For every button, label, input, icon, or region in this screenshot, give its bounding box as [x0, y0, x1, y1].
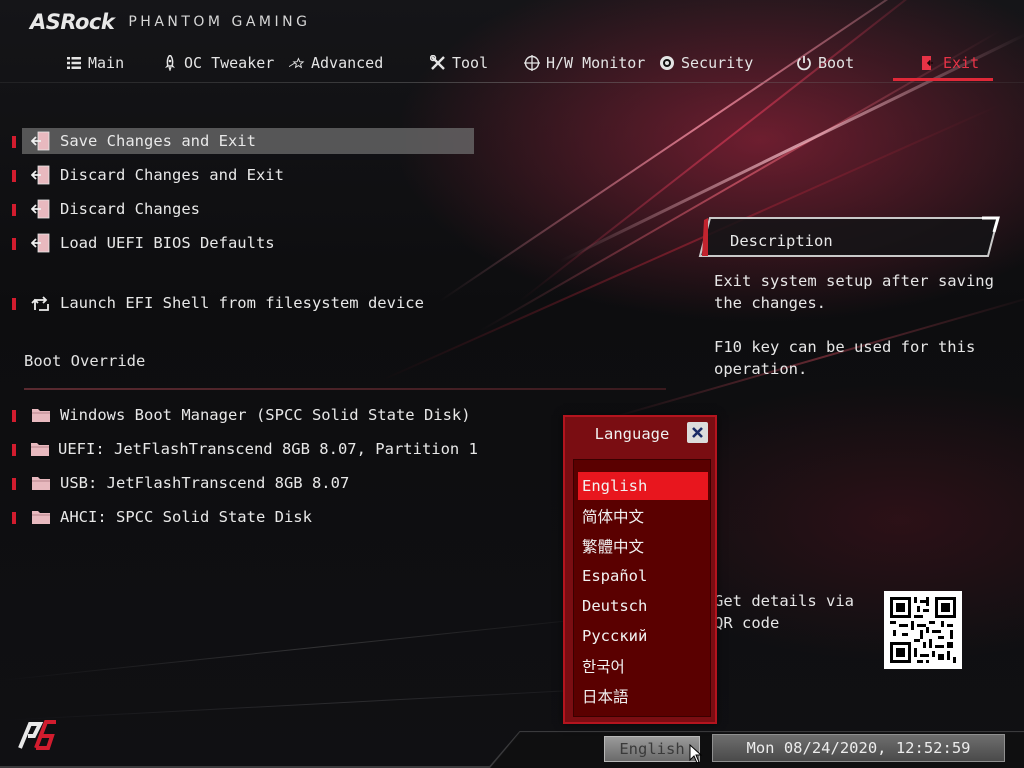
- boot-item-uefi-jetflash[interactable]: UEFI: JetFlashTranscend 8GB 8.07, Partit…: [12, 436, 478, 462]
- tab-label: Main: [88, 54, 125, 72]
- item-marker: [12, 478, 16, 490]
- qr-caption: Get details via QR code: [714, 592, 854, 632]
- tab-main[interactable]: Main: [66, 50, 124, 76]
- datetime-display: Mon 08/24/2020, 12:52:59: [712, 734, 1005, 762]
- active-tab-indicator: [893, 78, 993, 81]
- boot-override-title: Boot Override: [24, 352, 146, 370]
- asrock-logo: ASRock PHANTOM GAMING: [30, 10, 310, 34]
- description-text: Exit system setup after saving the chang…: [714, 272, 994, 378]
- boot-item-label: USB: JetFlashTranscend 8GB 8.07: [60, 474, 350, 492]
- exit-icon: [30, 164, 52, 186]
- language-option-german[interactable]: Deutsch: [578, 592, 708, 620]
- boot-item-label: AHCI: SPCC Solid State Disk: [60, 508, 312, 526]
- language-option-russian[interactable]: Русский: [578, 622, 708, 650]
- language-option-english[interactable]: English: [578, 472, 708, 500]
- exit-icon: [30, 130, 52, 152]
- header-divider: [0, 82, 1024, 83]
- item-marker: [12, 512, 16, 524]
- language-dialog-title: Language: [594, 425, 670, 443]
- tab-security[interactable]: Security: [659, 50, 753, 76]
- rocket-icon: [162, 55, 178, 71]
- language-option-korean[interactable]: 한국어: [578, 652, 708, 680]
- boot-item-ahci-spcc[interactable]: AHCI: SPCC Solid State Disk: [12, 504, 474, 530]
- item-marker: [12, 136, 16, 148]
- item-marker: [12, 444, 16, 456]
- tab-oc-tweaker[interactable]: OC Tweaker: [162, 50, 274, 76]
- item-marker: [12, 410, 16, 422]
- menu-item-launch-efi-shell[interactable]: Launch EFI Shell from filesystem device: [12, 290, 474, 316]
- item-marker: [12, 238, 16, 250]
- item-marker: [12, 204, 16, 216]
- tools-icon: [430, 55, 446, 71]
- menu-item-load-uefi-defaults[interactable]: Load UEFI BIOS Defaults: [12, 230, 474, 256]
- brand-name: ASRock: [30, 10, 115, 34]
- folder-icon: [30, 404, 52, 426]
- menu-item-discard-changes[interactable]: Discard Changes: [12, 196, 474, 222]
- background: [0, 0, 1024, 768]
- close-icon: [692, 427, 703, 438]
- language-option-traditional-chinese[interactable]: 繁體中文: [578, 532, 708, 560]
- qr-code-icon: [884, 591, 962, 669]
- menu-item-save-changes-and-exit[interactable]: Save Changes and Exit: [12, 128, 474, 154]
- item-marker: [12, 298, 16, 310]
- language-list: English 简体中文 繁體中文 Español Deutsch Русски…: [573, 459, 711, 717]
- tab-label: Security: [681, 54, 754, 72]
- brand-tagline: PHANTOM GAMING: [128, 14, 311, 30]
- tab-hw-monitor[interactable]: H/W Monitor: [524, 50, 645, 76]
- section-divider: [24, 388, 666, 390]
- mouse-cursor: [689, 743, 703, 768]
- menu-item-label: Discard Changes: [60, 200, 200, 218]
- language-button[interactable]: English: [604, 736, 700, 762]
- tab-label: Boot: [818, 54, 855, 72]
- tab-boot[interactable]: Boot: [796, 50, 854, 76]
- menu-item-discard-changes-and-exit[interactable]: Discard Changes and Exit: [12, 162, 474, 188]
- description-header: Description: [698, 212, 1004, 262]
- exit-icon: [30, 198, 52, 220]
- tab-bar: Main OC Tweaker Advanced Tool H/W Monito…: [0, 50, 1024, 76]
- tab-label: Tool: [452, 54, 489, 72]
- power-icon: [796, 55, 812, 71]
- menu-item-label: Load UEFI BIOS Defaults: [60, 234, 275, 252]
- list-icon: [66, 55, 82, 71]
- menu-item-label: Discard Changes and Exit: [60, 166, 284, 184]
- folder-icon: [30, 472, 52, 494]
- star-icon: [289, 55, 305, 71]
- shield-icon: [659, 55, 675, 71]
- folder-icon: [30, 506, 52, 528]
- language-dialog: Language English 简体中文 繁體中文 Español Deuts…: [563, 415, 717, 724]
- language-option-spanish[interactable]: Español: [578, 562, 708, 590]
- close-button[interactable]: [687, 422, 708, 443]
- tab-label: H/W Monitor: [546, 54, 646, 72]
- boot-item-windows-boot-manager[interactable]: Windows Boot Manager (SPCC Solid State D…: [12, 402, 474, 428]
- exit-icon: [30, 232, 52, 254]
- boot-item-label: Windows Boot Manager (SPCC Solid State D…: [60, 406, 471, 424]
- description-title: Description: [730, 232, 833, 250]
- tab-exit[interactable]: Exit: [921, 50, 979, 76]
- tab-label: Exit: [943, 54, 980, 72]
- language-option-simplified-chinese[interactable]: 简体中文: [578, 502, 708, 530]
- tab-advanced[interactable]: Advanced: [289, 50, 383, 76]
- shell-icon: [30, 292, 52, 314]
- header: ASRock PHANTOM GAMING Main OC Tweaker Ad…: [0, 0, 1024, 90]
- boot-item-label: UEFI: JetFlashTranscend 8GB 8.07, Partit…: [58, 440, 478, 458]
- cursor-icon: [689, 743, 703, 764]
- exit-icon: [921, 55, 937, 71]
- item-marker: [12, 170, 16, 182]
- language-option-japanese[interactable]: 日本語: [578, 682, 708, 710]
- menu-item-label: Launch EFI Shell from filesystem device: [60, 294, 424, 312]
- tab-label: Advanced: [311, 54, 384, 72]
- folder-icon: [30, 438, 50, 460]
- crosshair-icon: [524, 55, 540, 71]
- qr-code-image: [884, 591, 962, 669]
- boot-item-usb-jetflash[interactable]: USB: JetFlashTranscend 8GB 8.07: [12, 470, 474, 496]
- tab-tool[interactable]: Tool: [430, 50, 488, 76]
- tab-label: OC Tweaker: [184, 54, 275, 72]
- menu-item-label: Save Changes and Exit: [60, 132, 256, 150]
